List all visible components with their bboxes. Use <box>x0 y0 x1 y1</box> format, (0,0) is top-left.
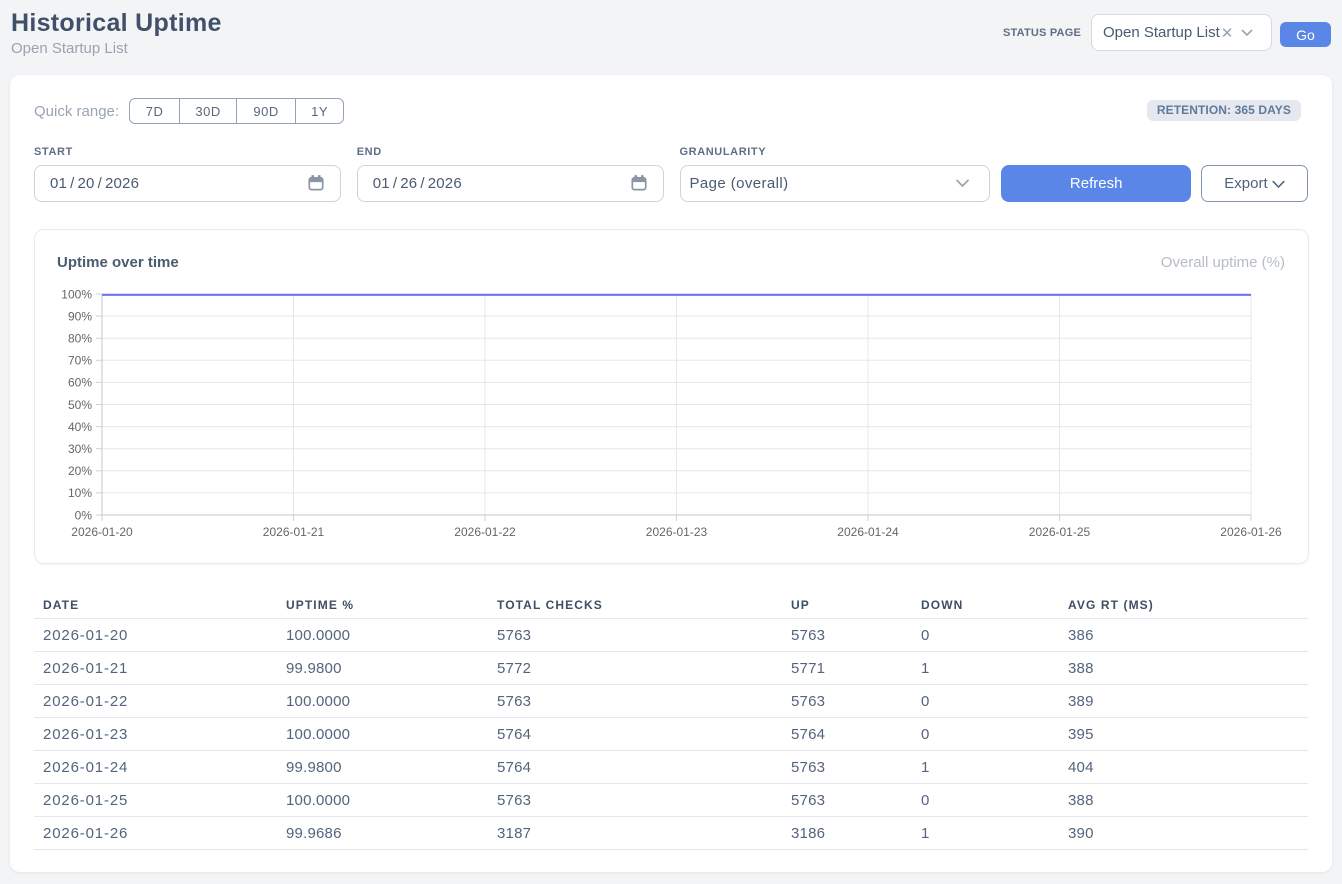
svg-text:2026-01-21: 2026-01-21 <box>263 525 325 539</box>
svg-text:80%: 80% <box>68 332 92 346</box>
svg-text:0%: 0% <box>75 508 93 522</box>
svg-text:10%: 10% <box>68 486 92 500</box>
svg-text:40%: 40% <box>68 420 92 434</box>
svg-text:60%: 60% <box>68 376 92 390</box>
svg-text:2026-01-23: 2026-01-23 <box>646 525 708 539</box>
svg-text:20%: 20% <box>68 464 92 478</box>
svg-text:30%: 30% <box>68 442 92 456</box>
svg-text:2026-01-26: 2026-01-26 <box>1220 525 1282 539</box>
svg-text:2026-01-24: 2026-01-24 <box>837 525 899 539</box>
svg-text:2026-01-20: 2026-01-20 <box>71 525 133 539</box>
svg-text:2026-01-22: 2026-01-22 <box>454 525 516 539</box>
svg-text:50%: 50% <box>68 398 92 412</box>
svg-text:90%: 90% <box>68 309 92 323</box>
svg-text:70%: 70% <box>68 354 92 368</box>
svg-text:100%: 100% <box>61 287 92 301</box>
svg-text:2026-01-25: 2026-01-25 <box>1029 525 1091 539</box>
